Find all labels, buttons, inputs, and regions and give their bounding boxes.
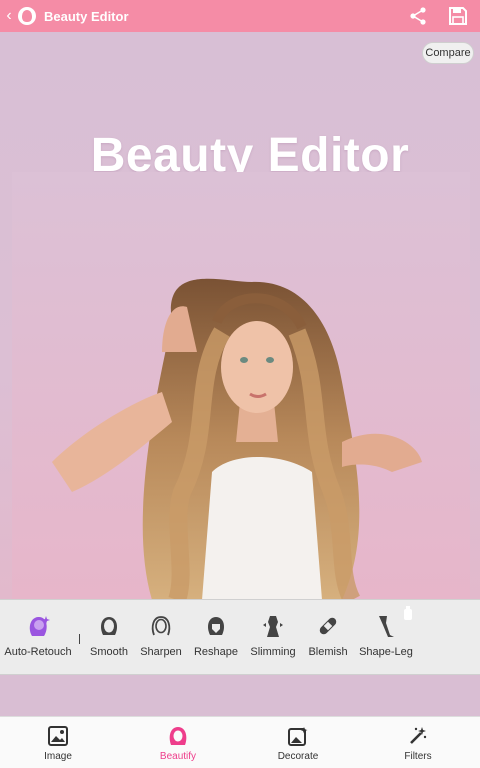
tool-label: Smooth <box>90 646 128 658</box>
tool-slimming[interactable]: Slimming <box>246 600 300 676</box>
bandage-icon <box>314 612 342 640</box>
sharpen-face-icon <box>147 612 175 640</box>
tool-label: Reshape <box>193 646 239 658</box>
magic-wand-icon <box>406 724 430 748</box>
tool-label: Blemish <box>308 646 348 658</box>
nav-filters[interactable]: Filters <box>378 717 458 768</box>
tool-sharpen[interactable]: Sharpen <box>136 600 186 676</box>
nav-label: Filters <box>404 751 432 762</box>
tool-label: Slimming <box>250 646 296 658</box>
tool-smooth[interactable]: Smooth <box>84 600 134 676</box>
app-logo-icon <box>18 7 36 25</box>
save-button[interactable] <box>446 4 470 28</box>
save-icon <box>449 7 467 25</box>
decorate-icon <box>286 724 310 748</box>
page-title: Beauty Editor <box>44 8 129 24</box>
nav-decorate[interactable]: Decorate <box>258 717 338 768</box>
auto-retouch-icon <box>24 612 52 640</box>
nav-label: Image <box>44 751 72 762</box>
app-header: ‹ Beauty Editor <box>0 0 480 32</box>
nav-beautify[interactable]: Beautify <box>138 717 218 768</box>
reshape-face-icon <box>202 612 230 640</box>
leg-icon <box>372 612 400 640</box>
image-icon <box>46 724 70 748</box>
tool-blemish[interactable]: Blemish <box>304 600 352 676</box>
beauty-tools-bar: Auto-Retouch Smooth Sharpen Reshape Slim… <box>0 599 480 675</box>
nav-image[interactable]: Image <box>18 717 98 768</box>
back-chevron-icon[interactable]: ‹ <box>2 0 16 32</box>
bottle-badge-icon <box>404 606 412 620</box>
portrait-photo <box>12 172 470 599</box>
share-button[interactable] <box>406 4 430 28</box>
tool-auto-retouch[interactable]: Auto-Retouch <box>4 600 72 676</box>
tool-label: Auto-Retouch <box>4 646 72 658</box>
slimming-icon <box>259 612 287 640</box>
compare-button[interactable]: Compare <box>422 42 474 64</box>
photo-canvas[interactable]: Compare Beauty Editor <box>0 32 480 599</box>
nav-label: Beautify <box>159 751 197 762</box>
nav-label: Decorate <box>277 751 319 762</box>
tool-label: Sharpen <box>140 646 182 658</box>
beautify-icon <box>166 724 190 748</box>
smooth-face-icon <box>95 612 123 640</box>
tool-reshape[interactable]: Reshape <box>190 600 242 676</box>
tool-label: Shape-Leg <box>359 646 413 658</box>
tool-divider <box>79 634 80 644</box>
share-icon <box>410 7 426 25</box>
bottom-navigation: Image Beautify Decorate Filters <box>0 716 480 768</box>
